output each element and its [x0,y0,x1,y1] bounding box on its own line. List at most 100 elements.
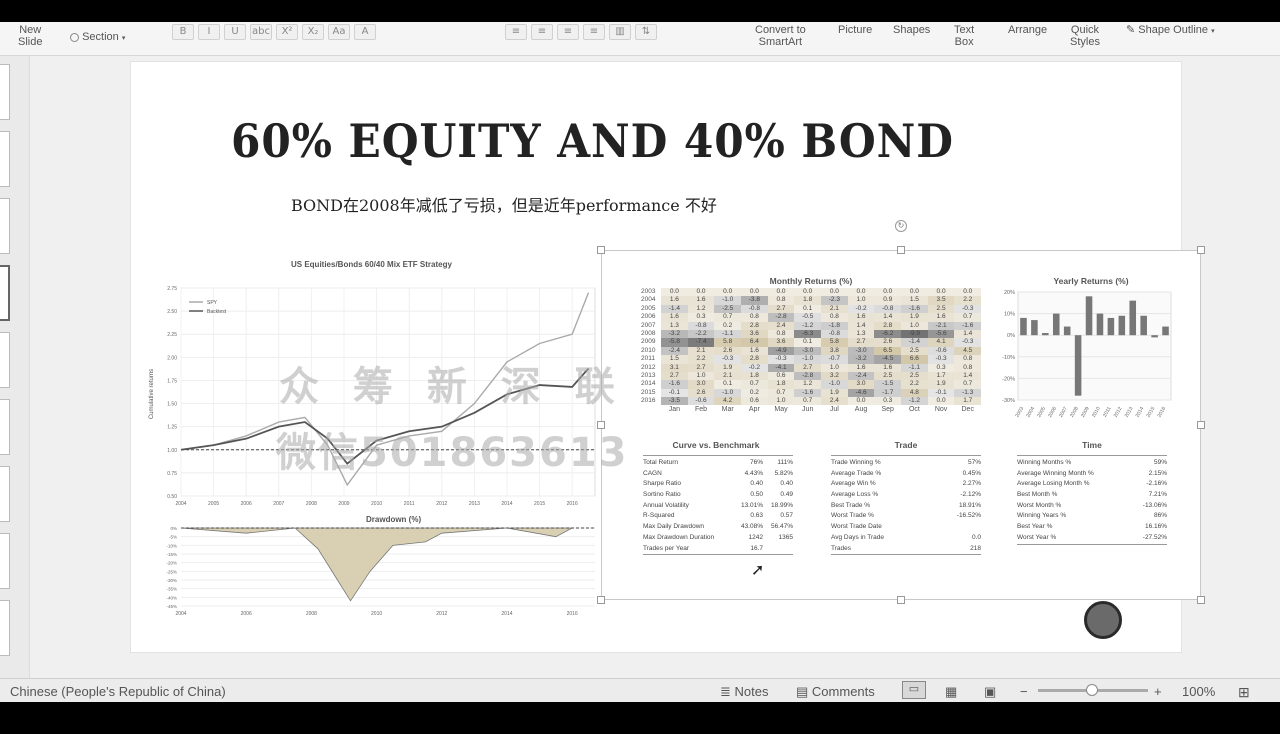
x-tick-label: 2012 [1113,406,1124,419]
resize-handle[interactable] [1197,421,1205,429]
slide[interactable]: 60% EQUITY AND 40% BOND BOND在2008年减低了亏损，… [130,61,1205,653]
strikethrough-icon[interactable]: abc [250,24,272,40]
underline-icon[interactable]: U [224,24,246,40]
zoom-out-button[interactable]: − [1020,684,1028,699]
new-slide-button[interactable]: New Slide [18,24,42,48]
resize-handle[interactable] [897,246,905,254]
heatmap-cell: 1.7 [954,397,982,406]
shape-outline-button[interactable]: ✎ Shape Outline ▾ [1126,24,1215,38]
slide-thumbnail[interactable] [0,533,10,589]
heatmap-cell: 2.7 [661,371,688,381]
resize-handle[interactable] [1197,246,1205,254]
heatmap-cell: 2.6 [714,346,742,356]
slide-thumbnail[interactable] [0,466,10,522]
font-color-icon[interactable]: A [354,24,376,40]
subscript-icon[interactable]: X₂ [302,24,324,40]
stat-label: Winning Months % [1017,459,1072,466]
heatmap-cell: 0.7 [714,313,742,322]
quick-styles-button[interactable]: Quick Styles [1070,24,1100,48]
change-case-icon[interactable]: Aa [328,24,350,40]
resize-handle[interactable] [597,596,605,604]
heatmap-cell: 2.2 [901,380,928,389]
heatmap-cell: 0.0 [847,397,875,406]
heatmap-cell: 0.0 [821,288,848,297]
superscript-icon[interactable]: X² [276,24,298,40]
stat-label: Max Daily Drawdown [643,523,705,531]
resize-handle[interactable] [597,246,605,254]
language-indicator[interactable]: Chinese (People's Republic of China) [10,684,226,699]
align-right-icon[interactable]: ≡ [557,24,579,40]
slide-thumbnail[interactable] [0,600,10,656]
slide-subtitle[interactable]: BOND在2008年减低了亏损，但是近年performance 不好 [291,192,717,216]
heatmap-cell: 0.8 [741,313,768,322]
stat-label: Best Trade % [831,501,871,509]
text-box-button[interactable]: Text Box [954,24,974,48]
comments-button[interactable]: ▤ Comments [796,684,875,700]
columns-icon[interactable]: ▥ [609,24,631,40]
x-tick-label: 2016 [567,501,578,507]
zoom-in-button[interactable]: + [1154,684,1162,699]
picture-button[interactable]: Picture [838,24,872,36]
convert-smartart-button[interactable]: Convert to SmartArt [755,24,806,48]
bold-icon[interactable]: B [172,24,194,40]
stat-value: 111% [777,459,793,466]
heatmap-cell: 2.5 [901,371,928,381]
resize-handle[interactable] [897,596,905,604]
slide-thumbnail-selected[interactable] [0,265,10,321]
slide-title[interactable]: 60% EQUITY AND 40% BOND [231,114,954,168]
section-button[interactable]: Section ▾ [70,31,125,45]
notes-button[interactable]: ≣ Notes [720,684,769,700]
heatmap-cell: 0.0 [661,288,688,297]
month-label: Feb [694,406,708,413]
heatmap-cell: 0.0 [847,288,875,297]
zoom-level[interactable]: 100% [1182,684,1215,699]
y-tick-label: 1.75 [167,378,177,384]
align-center-icon[interactable]: ≡ [531,24,553,40]
section-label: Section [82,31,119,43]
shapes-button[interactable]: Shapes [893,24,930,36]
pen-icon: ✎ [1126,24,1136,36]
window-bottom-bar [0,702,1280,734]
justify-icon[interactable]: ≡ [583,24,605,40]
presenter-camera-icon[interactable] [1084,601,1122,639]
heatmap-cell: 0.3 [687,313,715,322]
heatmap-cell: -0.8 [741,304,768,314]
heatmap-cell: -0.3 [954,304,982,314]
heatmap-cell: -2.2 [687,329,715,339]
heatmap-cell: 1.4 [954,329,982,339]
plot-area [1017,291,1172,401]
stat-label: Average Win % [831,480,876,488]
slide-canvas: 60% EQUITY AND 40% BOND BOND在2008年减低了亏损，… [30,56,1280,678]
heatmap-cell: -0.8 [687,321,715,330]
heatmap-cell: 4.1 [927,338,955,347]
y-tick-label: 0.75 [167,471,177,477]
italic-icon[interactable]: I [198,24,220,40]
heatmap-row: 2005 -1.4 1.2 -2.5 -0.8 2.7 0.1 2.1 -0.2 -0.8 -1.6… [641,304,982,314]
stat-label: Sortino Ratio [643,491,681,499]
drawdown-chart[interactable]: 0% -5% -10% -15% -20% -25% -30% -35% -40% -45% 200… [145,524,605,619]
x-tick-label: 2007 [1058,406,1069,419]
slide-thumbnail[interactable] [0,198,10,254]
slide-thumbnail[interactable] [0,332,10,388]
heatmap-cell: -1.6 [661,380,688,389]
slide-thumbnail[interactable] [0,64,10,120]
stats-image-panel[interactable]: ↻ Monthly Returns (%) 2003 0.0 0.0 0.0 0.0 0.… [597,220,1205,604]
slide-thumbnail[interactable] [0,399,10,455]
rotate-handle-icon[interactable]: ↻ [895,220,907,232]
stat-value [951,522,981,533]
stat-value: 18.91% [958,501,981,509]
text-direction-icon[interactable]: ⇅ [635,24,657,40]
resize-handle[interactable] [1197,596,1205,604]
heatmap-cell: 0.0 [954,288,982,297]
reading-view-icon[interactable]: ▣ [984,684,996,700]
heatmap-cell: -1.0 [821,380,848,389]
heatmap-cell: -1.5 [874,380,902,389]
yearly-bar [1129,300,1137,336]
normal-view-icon[interactable]: ▭ [902,681,926,699]
slide-thumbnail[interactable] [0,131,10,187]
slide-sorter-icon[interactable]: ▦ [945,684,957,700]
fit-to-window-icon[interactable]: ⊞ [1238,684,1250,701]
align-left-icon[interactable]: ≡ [505,24,527,40]
arrange-button[interactable]: Arrange [1008,24,1047,36]
zoom-slider-handle[interactable] [1086,684,1098,696]
